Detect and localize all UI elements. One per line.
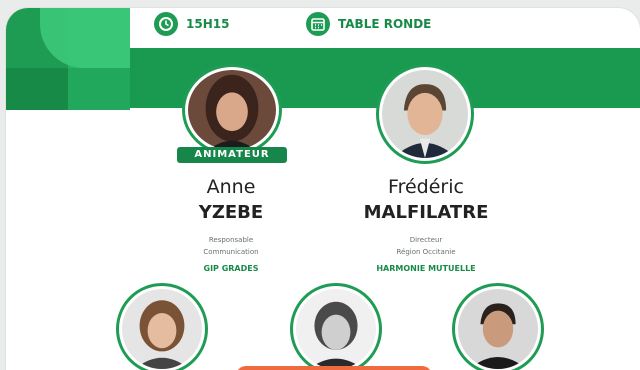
speaker-organization: HARMONIE MUTUELLE <box>376 264 476 273</box>
session-time: 15H15 <box>186 17 230 31</box>
speaker-organization: GIP GRADES <box>203 264 259 273</box>
speaker-first-name: Frédéric <box>388 176 464 198</box>
speaker-role-line: Responsable <box>208 236 254 244</box>
session-info-bar: 15H15 TABLE RONDE <box>146 8 626 36</box>
green-deco-block <box>6 68 68 110</box>
speaker-role: Responsable Communication <box>156 234 306 258</box>
speaker-last-name: MALFILATRE <box>363 202 489 223</box>
speaker-photo <box>116 283 208 370</box>
speaker-photo-anne <box>182 64 282 156</box>
speaker-role-line: Communication <box>203 248 259 256</box>
speaker-role-line: Directeur <box>409 236 443 244</box>
speaker-photo <box>290 283 382 370</box>
format-chip: TABLE RONDE <box>306 12 431 36</box>
speaker-role-line: Région Occitanie <box>396 248 456 256</box>
speaker-role: Directeur Région Occitanie <box>341 234 511 258</box>
event-card: 15H15 TABLE RONDE ANIMATEUR Anne YZEBE R… <box>6 8 640 370</box>
clock-icon <box>154 12 178 36</box>
moderator-badge: ANIMATEUR <box>177 147 287 163</box>
speaker-photo-frederic <box>376 64 474 164</box>
time-chip: 15H15 <box>154 12 229 36</box>
calendar-icon <box>306 12 330 36</box>
speaker-last-name: YZEBE <box>198 202 264 223</box>
green-deco-block <box>68 68 130 110</box>
register-button[interactable] <box>236 366 432 370</box>
session-format: TABLE RONDE <box>338 17 432 31</box>
speaker-first-name: Anne <box>206 176 256 198</box>
speaker-photo <box>452 283 544 370</box>
